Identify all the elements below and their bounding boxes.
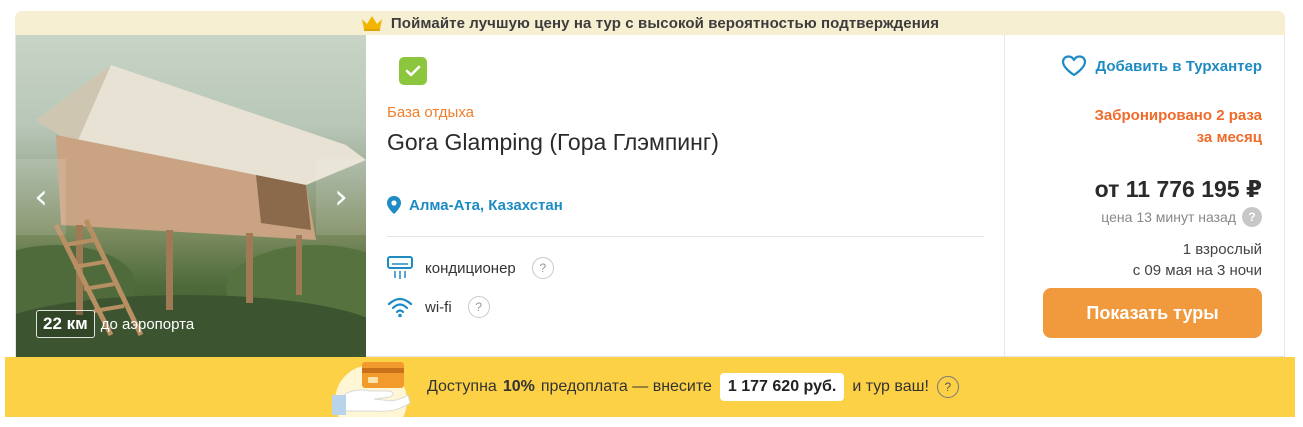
wifi-icon	[387, 297, 413, 318]
info-divider	[387, 236, 984, 237]
hotel-name[interactable]: Gora Glamping (Гора Глэмпинг)	[387, 129, 719, 156]
amenity-label: кондиционер	[425, 259, 516, 277]
prepay-percent: 10%	[502, 378, 535, 395]
crown-icon	[361, 16, 382, 31]
price-age: цена 13 минут назад ?	[1101, 207, 1262, 227]
prepay-text: Доступна 10% предоплата — внесите 1 177 …	[427, 373, 959, 401]
amenity-help-icon[interactable]: ?	[531, 257, 554, 279]
prepay-suffix: и тур ваш!	[852, 378, 929, 395]
prepay-amount: 1 177 620 руб.	[719, 373, 845, 401]
heart-icon	[1062, 55, 1087, 77]
glamping-tent-image	[16, 65, 366, 357]
tour-price: от 11 776 195 ₽	[1094, 176, 1262, 202]
top-banner-text: Поймайте лучшую цену на тур с высокой ве…	[390, 14, 940, 32]
travelers: 1 взрослый	[1182, 241, 1262, 258]
checkmark-icon	[405, 65, 421, 77]
location-label: Алма-Ата, Казахстан	[409, 196, 563, 214]
price-panel: Добавить в Турхантер Забронировано 2 раз…	[1005, 35, 1286, 357]
distance-label: до аэропорта	[100, 315, 195, 333]
amenity-wifi: wi-fi ?	[387, 296, 490, 318]
amenity-label: wi-fi	[425, 298, 452, 316]
top-promo-banner: Поймайте лучшую цену на тур с высокой ве…	[15, 11, 1285, 35]
amenity-help-icon[interactable]: ?	[467, 296, 490, 318]
airport-distance: 22 км до аэропорта	[36, 310, 194, 338]
chevron-right-icon: ›	[334, 177, 348, 217]
prepay-prefix: Доступна	[427, 378, 497, 395]
carousel-next-button[interactable]: ›	[316, 159, 366, 235]
prepay-help-icon[interactable]: ?	[936, 376, 959, 398]
add-to-favorites-button[interactable]: Добавить в Турхантер	[1061, 55, 1262, 77]
hotel-photo[interactable]: ‹ › 22 км до аэропорта	[16, 35, 366, 357]
prepay-banner: Доступна 10% предоплата — внесите 1 177 …	[5, 357, 1295, 417]
air-conditioner-icon	[387, 256, 413, 279]
booked-count: Забронировано 2 раза за месяц	[1095, 105, 1263, 149]
map-pin-icon	[387, 196, 401, 214]
favorite-label: Добавить в Турхантер	[1095, 57, 1262, 75]
show-tours-button[interactable]: Показать туры	[1043, 288, 1262, 338]
amenity-air-conditioner: кондиционер ?	[387, 256, 554, 280]
booked-line-1: Забронировано 2 раза	[1094, 107, 1263, 124]
booked-line-2: за месяц	[1196, 129, 1262, 146]
hotel-card: ‹ › 22 км до аэропорта База отдыха Gora …	[15, 35, 1285, 357]
price-age-label: цена 13 минут назад	[1101, 209, 1236, 225]
hotel-info: База отдыха Gora Glamping (Гора Глэмпинг…	[366, 35, 1006, 357]
tour-details: 1 взрослый с 09 мая на 3 ночи	[1133, 239, 1262, 281]
price-help-icon[interactable]: ?	[1242, 207, 1262, 227]
prepay-middle: предоплата — внесите	[540, 378, 712, 395]
hotel-location-link[interactable]: Алма-Ата, Казахстан	[387, 196, 563, 214]
verified-badge	[399, 57, 427, 85]
chevron-left-icon: ‹	[34, 177, 48, 217]
distance-value: 22 км	[36, 310, 95, 338]
tour-dates: с 09 мая на 3 ночи	[1132, 262, 1262, 279]
carousel-prev-button[interactable]: ‹	[16, 159, 66, 235]
hotel-category: База отдыха	[387, 104, 474, 121]
prepay-card-icon	[330, 357, 412, 417]
